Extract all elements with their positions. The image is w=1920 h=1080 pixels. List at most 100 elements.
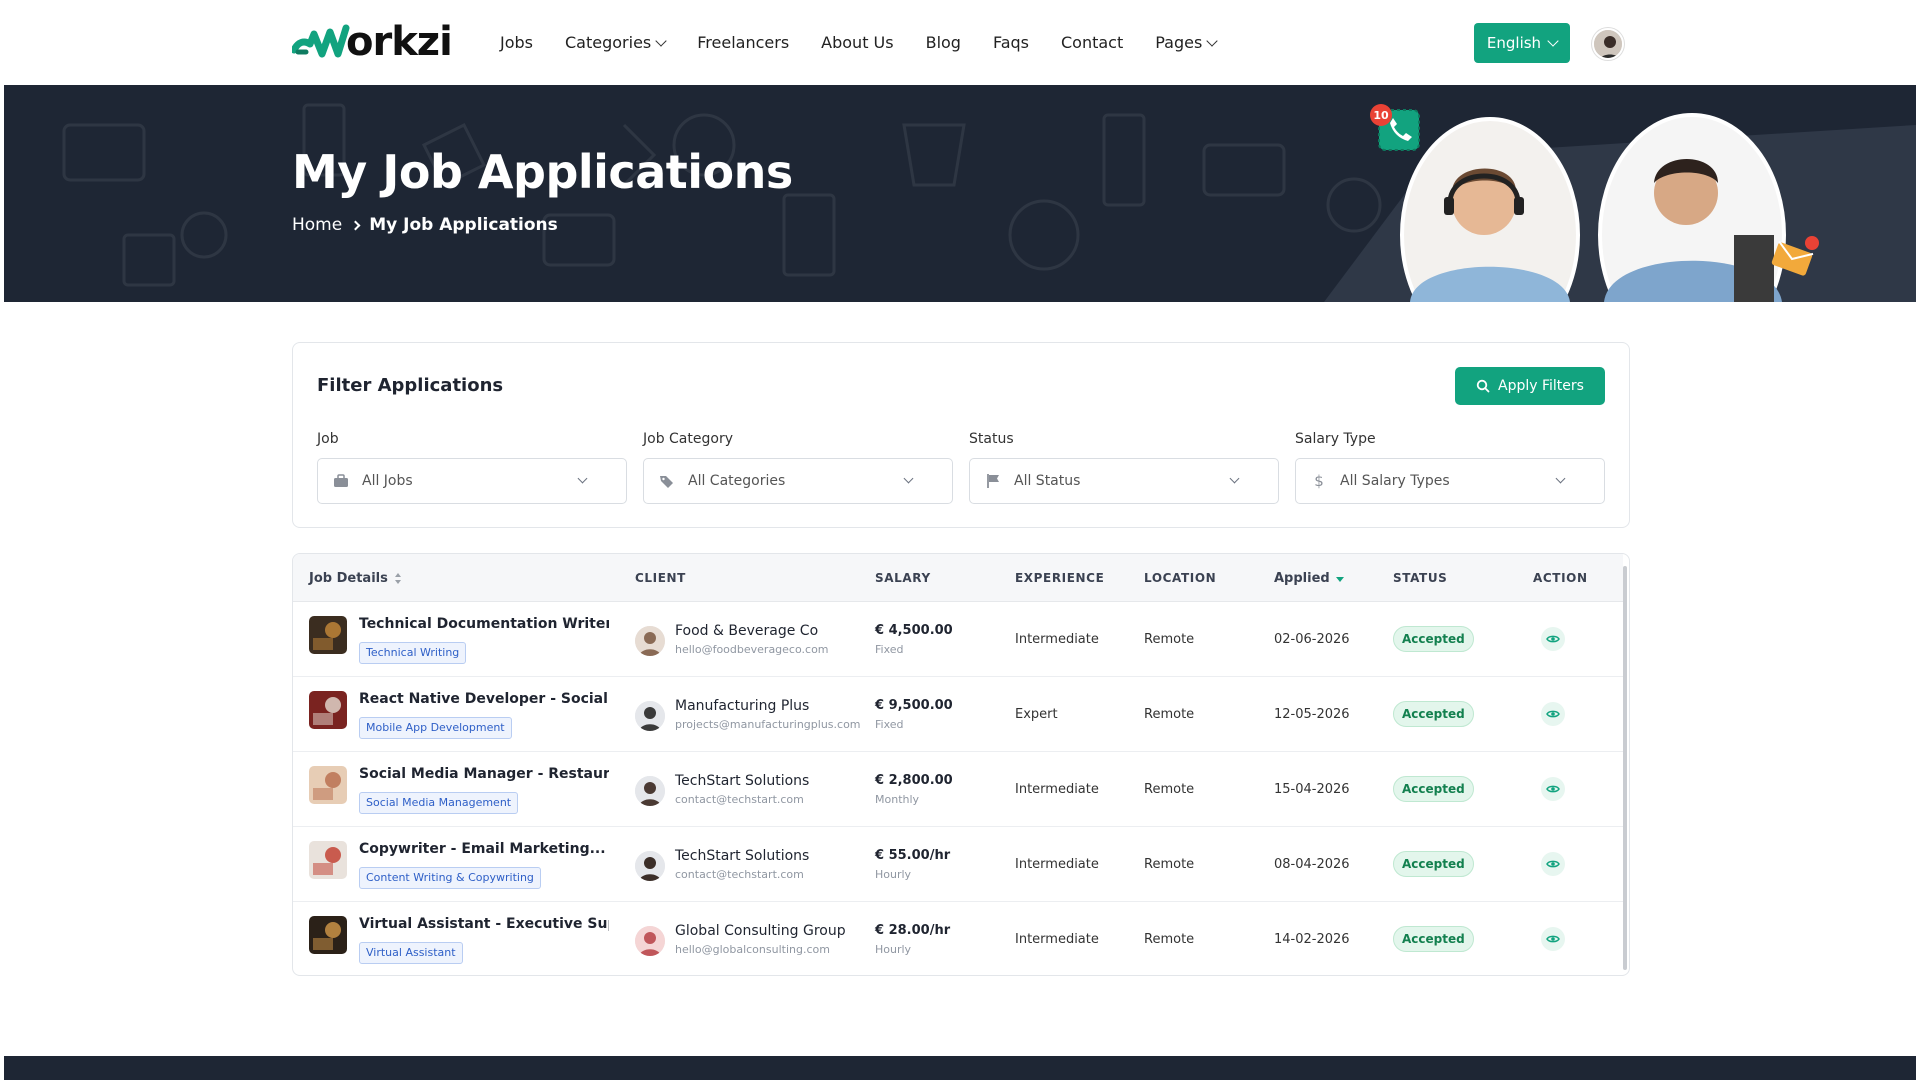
client-email: projects@manufacturingplus.com xyxy=(675,718,861,731)
client-name: Global Consulting Group xyxy=(675,923,846,939)
client-name: Food & Beverage Co xyxy=(675,623,819,639)
user-avatar-icon xyxy=(1594,30,1622,58)
nav-categories[interactable]: Categories xyxy=(565,33,667,52)
salary-amount: € 4,500.00 xyxy=(875,623,953,638)
client-email: hello@globalconsulting.com xyxy=(675,943,830,956)
nav-faqs-label: Faqs xyxy=(992,33,1029,52)
nav-categories-label: Categories xyxy=(565,33,652,52)
experience-level: Expert xyxy=(1015,707,1058,722)
client-avatar xyxy=(635,851,665,881)
applied-date: 02-06-2026 xyxy=(1274,632,1350,647)
location: Remote xyxy=(1144,932,1195,947)
column-client: CLIENT xyxy=(635,571,686,585)
salary-amount: € 28.00/hr xyxy=(875,923,951,938)
client-email: hello@foodbeverageco.com xyxy=(675,643,829,656)
table-row: Technical Documentation Writer -... Techn… xyxy=(293,602,1623,677)
status-badge: Accepted xyxy=(1393,926,1474,952)
table-row: React Native Developer - Social... Mobile… xyxy=(293,677,1623,752)
client-name: TechStart Solutions xyxy=(675,773,810,789)
sort-icon xyxy=(394,572,402,585)
language-select-button[interactable]: English xyxy=(1474,23,1570,63)
job-category-tag: Technical Writing xyxy=(359,642,467,664)
view-application-button[interactable] xyxy=(1541,702,1565,726)
chevron-down-icon xyxy=(1555,473,1566,484)
tags-icon xyxy=(658,472,676,490)
status-filter-value: All Status xyxy=(1014,473,1081,489)
client-avatar xyxy=(635,926,665,956)
notification-count: 10 xyxy=(1373,109,1389,122)
nav-contact-label: Contact xyxy=(1061,33,1124,52)
breadcrumb: Home My Job Applications xyxy=(292,215,558,235)
logo-w-mark-icon xyxy=(290,20,352,64)
nav-blog-label: Blog xyxy=(925,33,961,52)
nav-faqs[interactable]: Faqs xyxy=(993,33,1029,52)
job-title-link[interactable]: Social Media Manager - Restaurant... xyxy=(359,766,609,782)
status-badge: Accepted xyxy=(1393,851,1474,877)
view-application-button[interactable] xyxy=(1541,627,1565,651)
salary-type: Monthly xyxy=(875,793,920,806)
status-filter-select[interactable]: All Status xyxy=(969,458,1279,504)
job-thumbnail-image xyxy=(309,841,347,879)
job-category-filter-select[interactable]: All Categories xyxy=(643,458,953,504)
logo-text: orkzi xyxy=(346,19,453,65)
user-avatar[interactable] xyxy=(1592,28,1624,60)
salary-type: Fixed xyxy=(875,643,904,656)
nav-blog[interactable]: Blog xyxy=(926,33,961,52)
applied-date: 15-04-2026 xyxy=(1274,782,1350,797)
nav-contact[interactable]: Contact xyxy=(1061,33,1123,52)
status-badge: Accepted xyxy=(1393,701,1474,727)
eye-icon xyxy=(1546,935,1560,943)
view-application-button[interactable] xyxy=(1541,927,1565,951)
view-application-button[interactable] xyxy=(1541,777,1565,801)
column-applied[interactable]: Applied xyxy=(1274,571,1344,586)
sort-descending-icon xyxy=(1335,577,1344,582)
flag-icon xyxy=(984,472,1002,490)
experience-level: Intermediate xyxy=(1015,632,1099,647)
job-title-link[interactable]: Technical Documentation Writer -... xyxy=(359,616,609,632)
client-name: Manufacturing Plus xyxy=(675,698,810,714)
top-navigation-bar: orkzi Jobs Categories Freelancers About … xyxy=(0,0,1920,85)
applications-table: Job Details CLIENT SALARY EXPERIENCE LOC… xyxy=(292,553,1630,976)
status-badge: Accepted xyxy=(1393,626,1474,652)
job-filter-value: All Jobs xyxy=(362,473,413,489)
table-scrollbar[interactable] xyxy=(1623,566,1627,970)
chevron-down-icon xyxy=(577,473,588,484)
applied-date: 08-04-2026 xyxy=(1274,857,1350,872)
salary-type: Hourly xyxy=(875,868,912,881)
location: Remote xyxy=(1144,632,1195,647)
nav-freelancers[interactable]: Freelancers xyxy=(697,33,789,52)
experience-level: Intermediate xyxy=(1015,782,1099,797)
chevron-down-icon xyxy=(655,34,667,47)
job-thumbnail-image xyxy=(309,766,347,804)
column-job-details[interactable]: Job Details xyxy=(309,571,402,586)
page-title: My Job Applications xyxy=(292,145,793,199)
nav-freelancers-label: Freelancers xyxy=(697,33,790,52)
job-title-link[interactable]: Virtual Assistant - Executive Support xyxy=(359,916,609,932)
workzi-logo[interactable]: orkzi xyxy=(290,18,453,66)
job-filter-label: Job xyxy=(317,431,339,447)
briefcase-icon xyxy=(332,472,350,490)
salary-type-filter-value: All Salary Types xyxy=(1340,473,1450,489)
nav-about-us[interactable]: About Us xyxy=(821,33,893,52)
salary-amount: € 55.00/hr xyxy=(875,848,951,863)
apply-filters-button[interactable]: Apply Filters xyxy=(1455,367,1605,405)
breadcrumb-home-link[interactable]: Home xyxy=(292,215,342,235)
footer-band xyxy=(4,1056,1916,1080)
apply-filters-label: Apply Filters xyxy=(1498,378,1584,394)
job-title-link[interactable]: Copywriter - Email Marketing... xyxy=(359,841,606,857)
column-action: ACTION xyxy=(1533,571,1588,585)
job-filter-select[interactable]: All Jobs xyxy=(317,458,627,504)
salary-amount: € 2,800.00 xyxy=(875,773,953,788)
nav-jobs-label: Jobs xyxy=(500,33,533,52)
filter-applications-panel: Filter Applications Apply Filters Job Al… xyxy=(292,342,1630,528)
table-row: Copywriter - Email Marketing... Content W… xyxy=(293,827,1623,902)
nav-pages[interactable]: Pages xyxy=(1155,33,1218,52)
nav-jobs[interactable]: Jobs xyxy=(500,33,533,52)
job-category-tag: Social Media Management xyxy=(359,792,519,814)
salary-type-filter-select[interactable]: $ All Salary Types xyxy=(1295,458,1605,504)
table-row: Social Media Manager - Restaurant... Soci… xyxy=(293,752,1623,827)
view-application-button[interactable] xyxy=(1541,852,1565,876)
location: Remote xyxy=(1144,782,1195,797)
job-title-link[interactable]: React Native Developer - Social... xyxy=(359,691,609,707)
salary-type: Fixed xyxy=(875,718,904,731)
